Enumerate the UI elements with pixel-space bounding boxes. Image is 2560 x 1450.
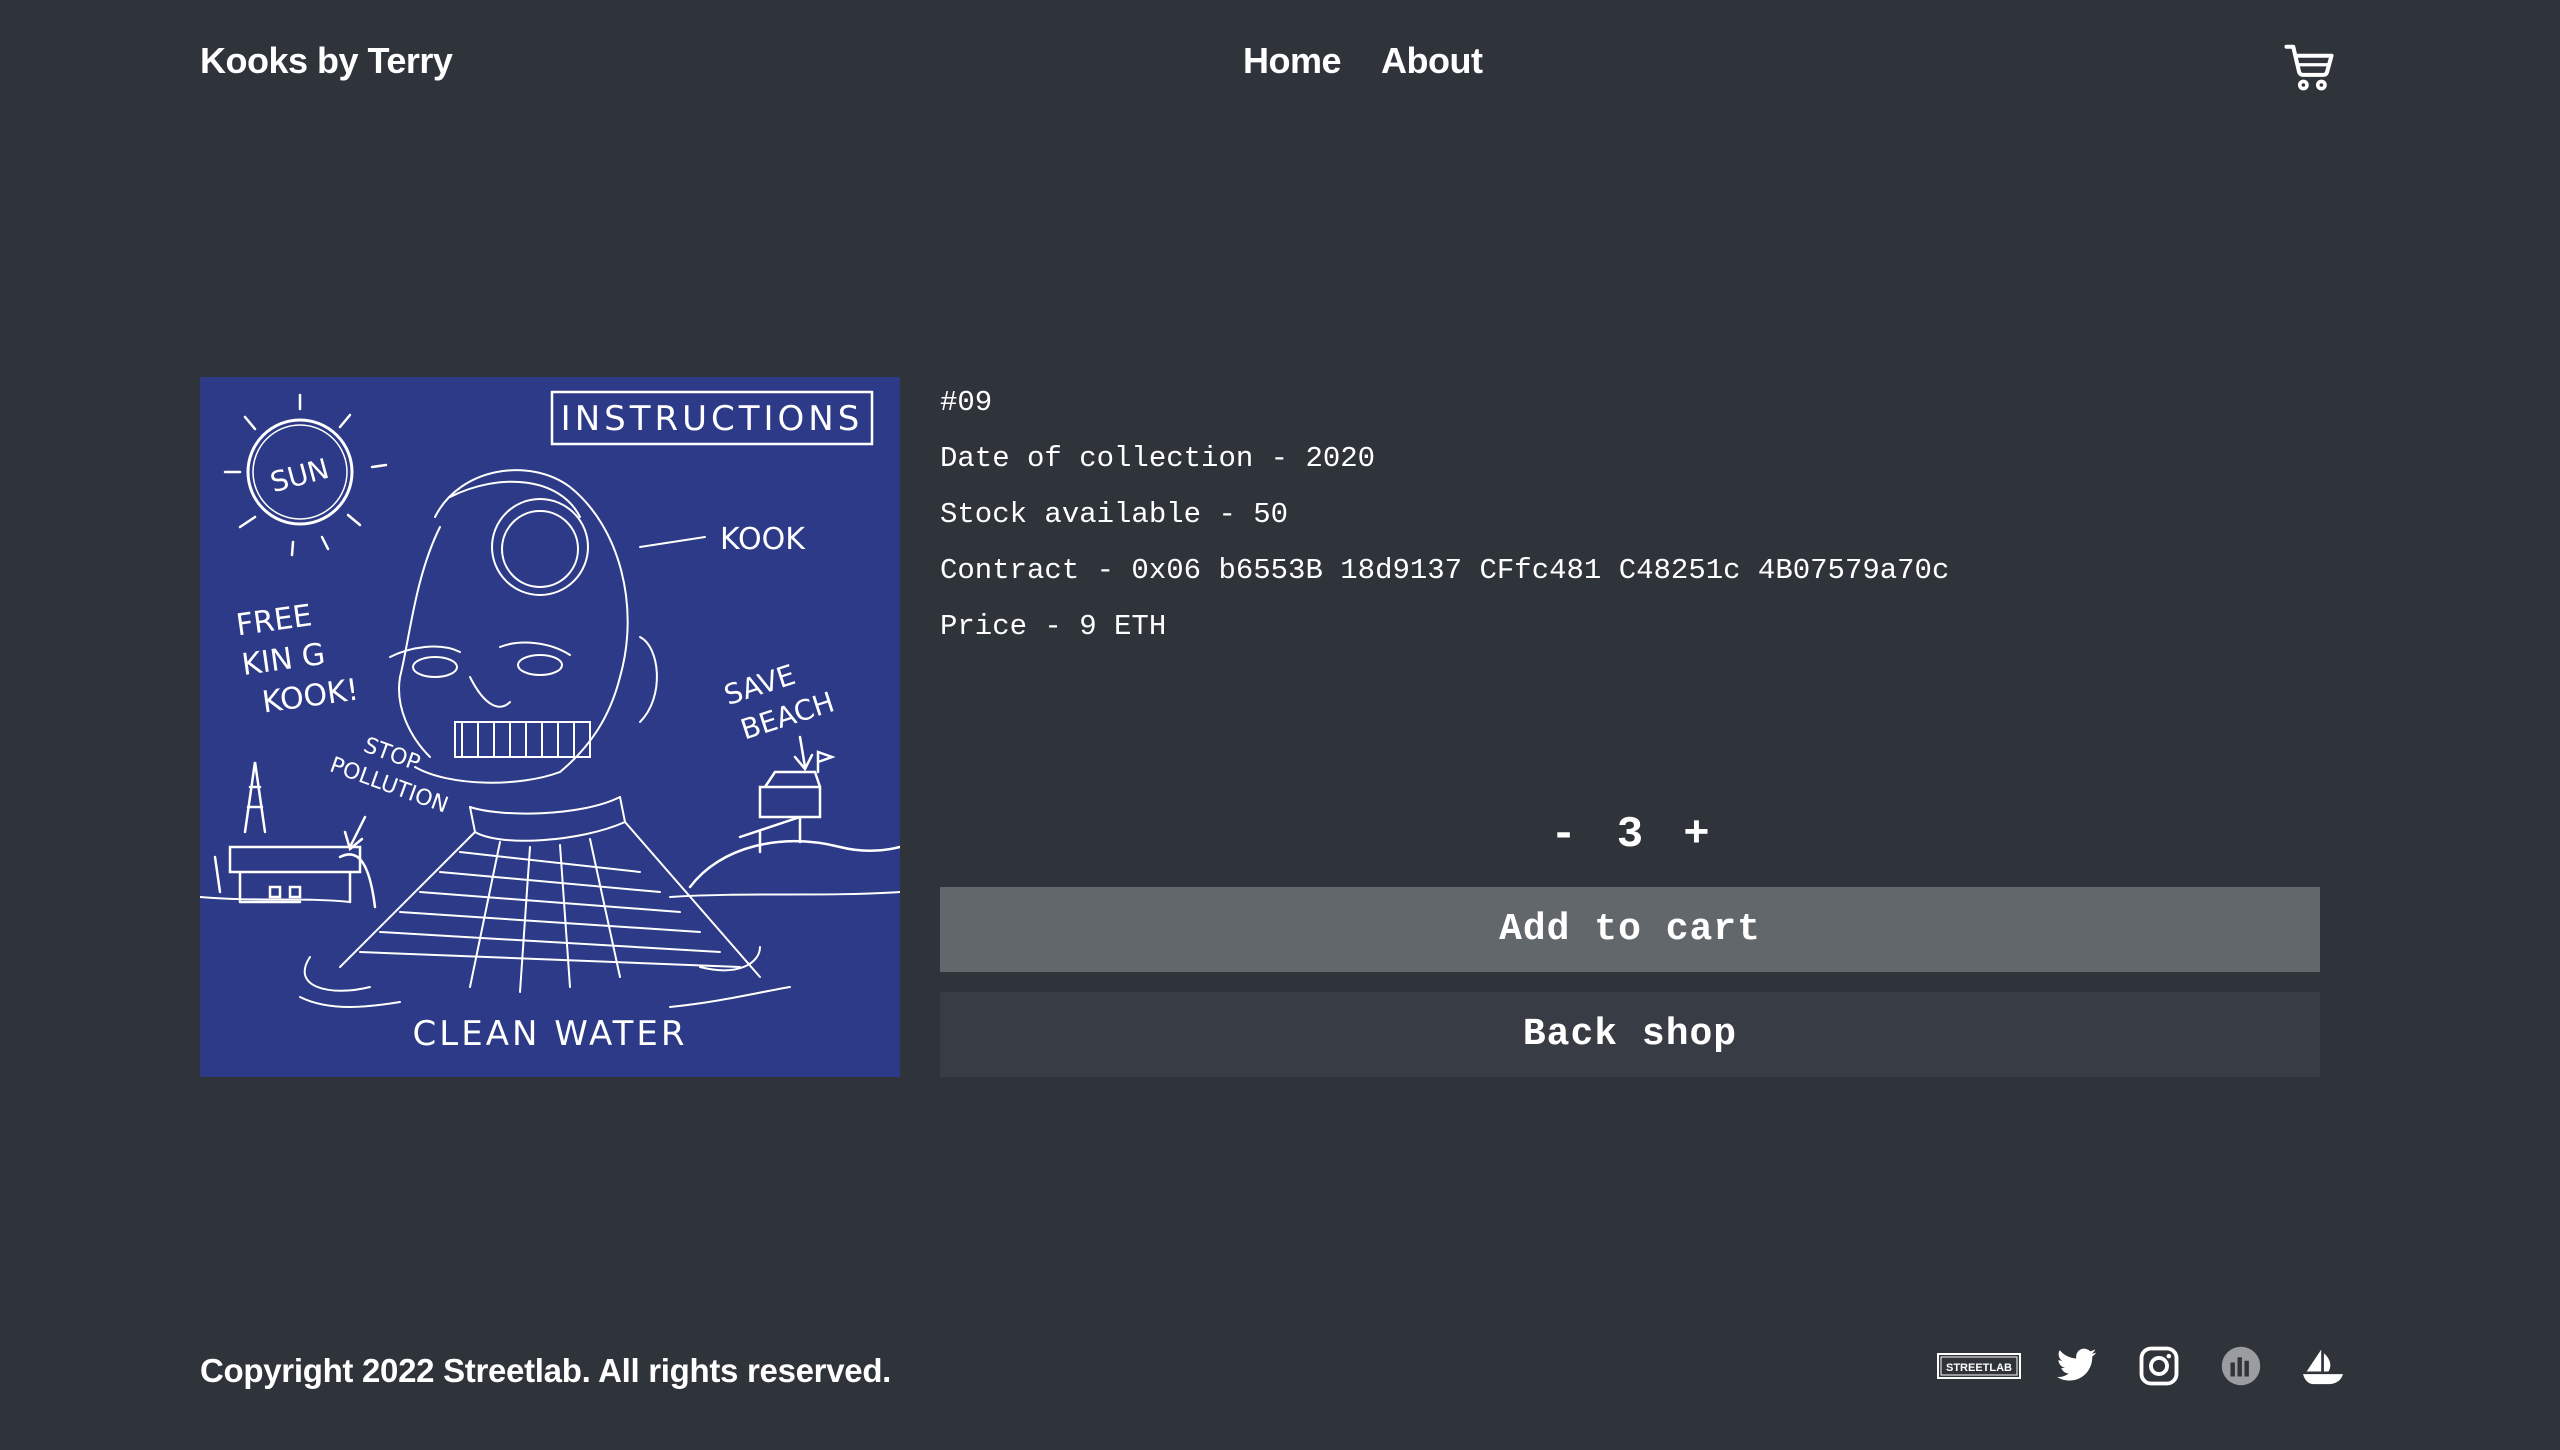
add-to-cart-button[interactable]: Add to cart [940, 887, 2320, 972]
svg-text:KOOK!: KOOK! [260, 672, 361, 720]
quantity-value: 3 [1616, 810, 1644, 860]
nav-home-link[interactable]: Home [1243, 40, 1342, 82]
nav-about-link[interactable]: About [1381, 40, 1483, 82]
product-stock: Stock available - 50 [940, 498, 1289, 531]
product-artwork: INSTRUCTIONS SUN KOOK FREE KIN G KOOK! S… [200, 377, 900, 1077]
product-id: #09 [940, 386, 993, 419]
copyright-text: Copyright 2022 Streetlab. All rights res… [200, 1352, 892, 1389]
instagram-icon[interactable] [2133, 1340, 2185, 1392]
opensea-boat-icon[interactable] [2297, 1340, 2349, 1392]
main-nav: Home About [1243, 40, 1483, 82]
svg-text:SUN: SUN [267, 452, 333, 499]
streetlab-logo-icon[interactable]: STREETLAB [1937, 1340, 2021, 1392]
svg-text:KOOK: KOOK [720, 522, 806, 557]
quantity-increase-button[interactable]: + [1683, 810, 1709, 860]
product-contract: Contract - 0x06 b6553B 18d9137 CFfc481 C… [940, 554, 1950, 587]
back-shop-button[interactable]: Back shop [940, 992, 2320, 1077]
svg-text:FREE: FREE [234, 598, 314, 643]
artwork-instructions-text: INSTRUCTIONS [561, 399, 864, 439]
brand-logo[interactable]: Kooks by Terry [200, 40, 453, 82]
svg-text:STREETLAB: STREETLAB [1946, 1362, 2012, 1374]
product-price: Price - 9 ETH [940, 610, 1167, 643]
svg-text:KIN G: KIN G [240, 637, 328, 683]
product-info: #09 Date of collection - 2020 Stock avai… [940, 375, 1949, 655]
twitter-icon[interactable] [2051, 1340, 2103, 1392]
product-date: Date of collection - 2020 [940, 442, 1376, 475]
site-header: Kooks by Terry Home About [0, 0, 2560, 130]
social-links: STREETLAB [1937, 1340, 2349, 1392]
svg-text:CLEAN WATER: CLEAN WATER [413, 1014, 688, 1054]
quantity-decrease-button[interactable]: - [1550, 810, 1576, 860]
quantity-stepper: - 3 + [1530, 805, 1730, 865]
shopping-cart-icon[interactable] [2282, 40, 2336, 94]
chart-logo-icon[interactable] [2215, 1340, 2267, 1392]
